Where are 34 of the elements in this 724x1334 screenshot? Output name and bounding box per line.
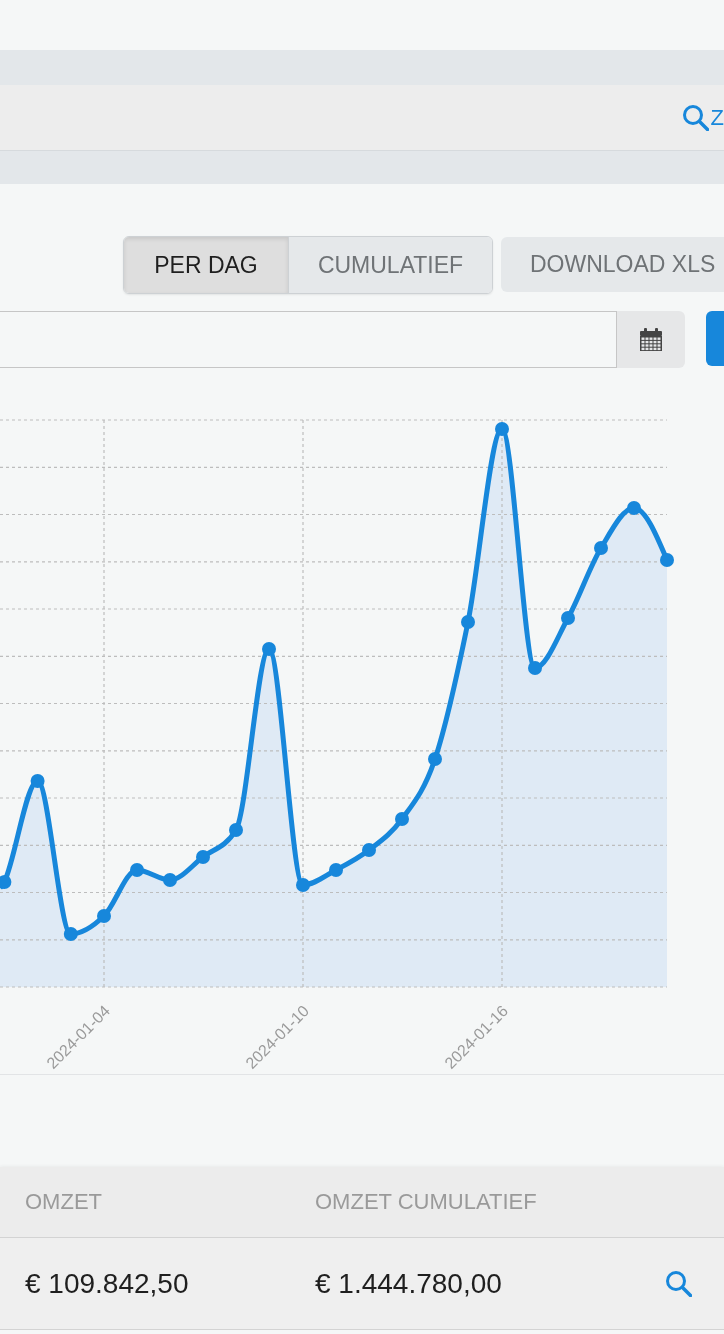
data-point	[30, 774, 45, 788]
search-icon	[681, 104, 709, 131]
data-point	[130, 863, 144, 877]
data-point	[627, 501, 641, 515]
data-point	[163, 873, 177, 887]
column-header: OMZET CUMULATIEF	[315, 1189, 538, 1215]
search-link[interactable]: Z	[681, 97, 724, 138]
data-point	[395, 812, 409, 826]
data-point	[362, 843, 376, 857]
data-point	[461, 615, 475, 629]
calendar-button[interactable]	[617, 311, 685, 368]
view-tab[interactable]: CUMULATIEF	[288, 237, 492, 293]
date-field[interactable]	[0, 311, 617, 368]
data-point	[561, 611, 575, 625]
calendar-icon	[640, 328, 662, 351]
data-point	[262, 642, 276, 656]
data-point	[528, 661, 542, 675]
data-point	[495, 422, 509, 436]
data-point	[296, 878, 310, 892]
data-point	[594, 541, 608, 555]
download-button[interactable]: DOWNLOAD XLS	[501, 237, 724, 292]
data-point	[329, 863, 343, 877]
table-cell-text: € 109.842,50	[25, 1267, 190, 1300]
data-point	[63, 927, 78, 941]
data-point	[97, 909, 111, 923]
data-point	[229, 823, 243, 837]
view-tab[interactable]: PER DAG	[124, 237, 288, 293]
data-point	[0, 875, 12, 889]
data-point	[196, 850, 210, 864]
data-point	[428, 752, 442, 766]
table-cell-text: € 1.444.780,00	[315, 1267, 503, 1300]
column-header: OMZET	[25, 1189, 103, 1215]
data-point	[660, 553, 674, 567]
search-icon[interactable]	[665, 1270, 692, 1297]
